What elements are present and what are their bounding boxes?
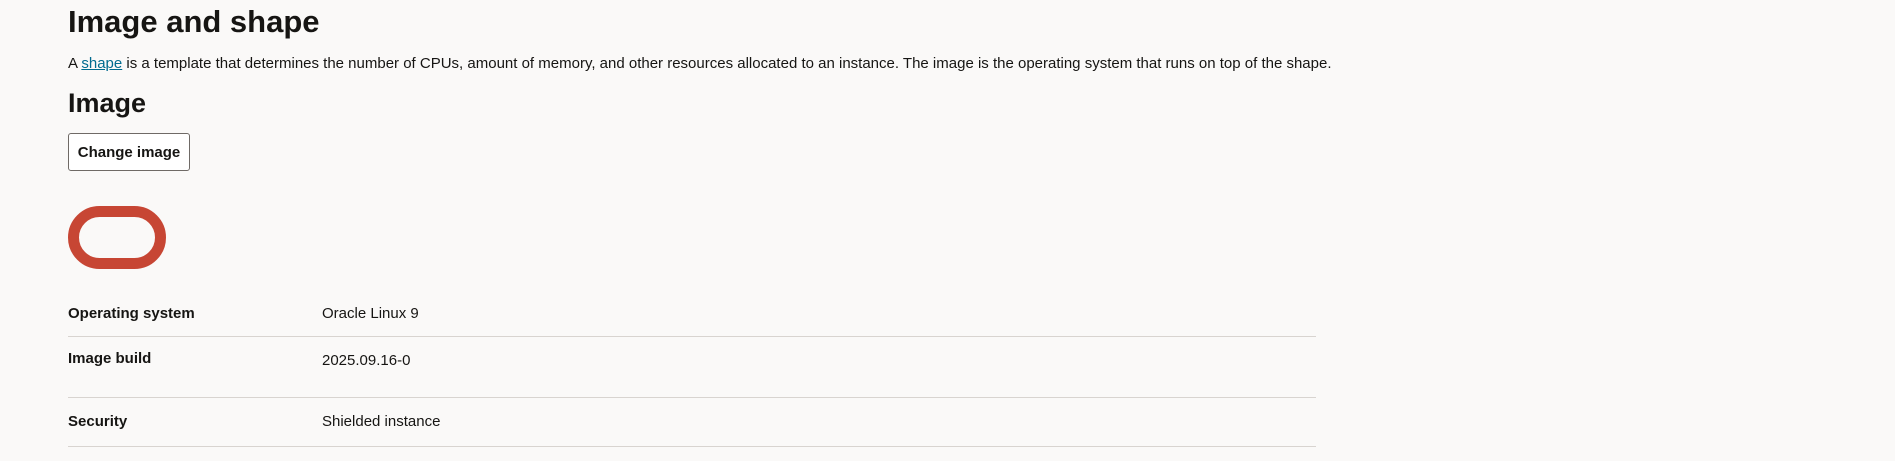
image-details-table: Operating system Oracle Linux 9 Image bu…: [68, 294, 1316, 447]
oracle-logo-icon: [68, 206, 166, 269]
detail-label: Security: [68, 413, 128, 430]
detail-value: 2025.09.16-0: [322, 352, 411, 369]
detail-label: Image build: [68, 350, 152, 367]
detail-value: Shielded instance: [322, 413, 441, 430]
detail-label: Operating system: [68, 305, 195, 322]
image-and-shape-page: Image and shape A shape is a template th…: [0, 0, 1895, 461]
section-description: A shape is a template that determines th…: [68, 54, 1332, 74]
description-suffix: is a template that determines the number…: [122, 55, 1332, 72]
detail-row-security: Security Shielded instance: [68, 398, 1316, 447]
section-title: Image and shape: [68, 4, 320, 39]
shape-link[interactable]: shape: [81, 55, 122, 72]
image-subsection-title: Image: [68, 88, 147, 118]
detail-value: Oracle Linux 9: [322, 305, 419, 322]
detail-row-image-build: Image build 2025.09.16-0: [68, 337, 1316, 398]
change-image-button[interactable]: Change image: [68, 133, 190, 171]
description-prefix: A: [68, 55, 82, 72]
detail-row-operating-system: Operating system Oracle Linux 9: [68, 294, 1316, 337]
